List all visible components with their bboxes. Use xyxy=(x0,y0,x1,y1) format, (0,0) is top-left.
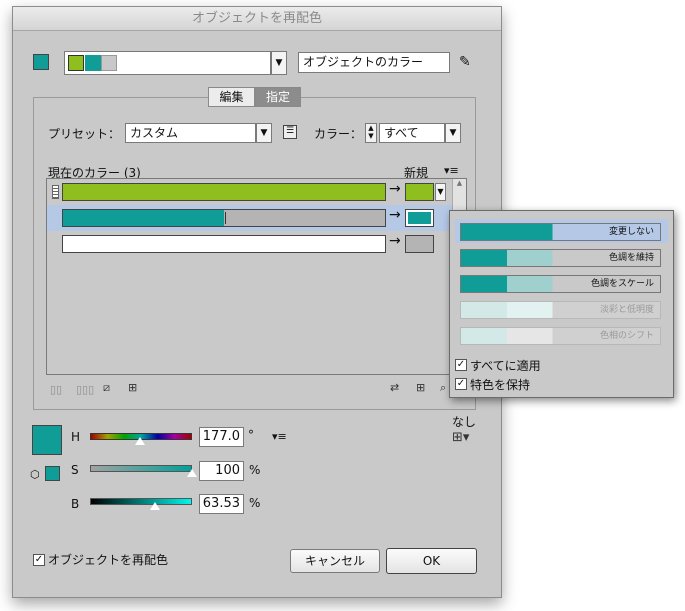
saturation-slider[interactable] xyxy=(90,465,192,472)
row-grip-icon[interactable] xyxy=(52,185,59,199)
preserve-spot-checkbox[interactable]: ✓ xyxy=(455,378,467,390)
color-row[interactable]: → ▼ xyxy=(47,179,452,205)
method-option-label: 淡彩と低明度 xyxy=(599,305,654,315)
method-option-tints-shades: 淡彩と低明度 xyxy=(460,301,661,319)
recolor-method-popup: 変更しない 色調を維持 色調をスケール 淡彩と低明度 色相のシフト ✓ すべてに… xyxy=(449,210,674,398)
exclude-colors-icon[interactable]: ⧄ xyxy=(103,381,110,395)
recolor-art-label: オブジェクトを再配色 xyxy=(48,553,169,567)
color-list[interactable]: → ▼ → → ▲ xyxy=(46,178,467,375)
brightness-label: B xyxy=(71,497,80,511)
current-color-bar-green[interactable] xyxy=(62,183,386,201)
apply-to-all-checkbox[interactable]: ✓ xyxy=(455,359,467,371)
active-color-swatch[interactable] xyxy=(33,54,49,70)
colors-stepper[interactable]: ▲ ▼ xyxy=(365,123,377,143)
swatch-library-icon[interactable]: ⊞▾ xyxy=(452,430,469,445)
color-row[interactable]: → xyxy=(47,231,452,257)
separate-colors-icon[interactable]: ▯▯▯ xyxy=(76,383,94,396)
recolor-method-dropdown[interactable]: ▼ xyxy=(435,183,446,201)
window-title: オブジェクトを再配色 xyxy=(13,7,501,31)
preserve-spot-label: 特色を保持 xyxy=(470,378,531,392)
method-option-label: 色調をスケール xyxy=(590,279,654,289)
method-option-exact[interactable]: 変更しない xyxy=(460,223,661,241)
color-mode-swatch[interactable] xyxy=(45,466,60,481)
apply-to-all-label: すべてに適用 xyxy=(470,359,541,373)
tab-edit[interactable]: 編集 xyxy=(208,87,255,107)
picker-menu-icon[interactable]: ▾≡ xyxy=(272,430,287,443)
method-option-label: 色相のシフト xyxy=(599,331,654,341)
colors-select[interactable]: すべて xyxy=(379,123,445,143)
new-color-swatch-teal[interactable] xyxy=(405,209,434,227)
object-colors-field[interactable]: オブジェクトのカラー xyxy=(298,52,450,73)
cancel-button[interactable]: キャンセル xyxy=(290,549,380,573)
randomize-saturation-icon[interactable]: ⊞ xyxy=(416,381,425,394)
new-color-swatch-green[interactable] xyxy=(405,183,434,201)
group-swatch-teal xyxy=(85,55,101,71)
method-option-hue-shift: 色相のシフト xyxy=(460,327,661,345)
randomize-order-icon[interactable]: ⇄ xyxy=(390,381,399,394)
color-row-selected[interactable]: → xyxy=(47,205,452,231)
group-swatch-green xyxy=(68,55,84,71)
scroll-up-arrow-icon[interactable]: ▲ xyxy=(453,179,466,187)
find-icon[interactable]: ⌕ xyxy=(440,381,446,395)
colors-dropdown-button[interactable]: ▼ xyxy=(445,123,461,143)
mapping-arrow[interactable]: → xyxy=(389,181,401,197)
color-mode-cube-icon[interactable]: ⬡ xyxy=(30,468,40,481)
bar-split-divider xyxy=(225,212,226,224)
hue-label: H xyxy=(71,430,81,444)
tab-bar: 編集 指定 xyxy=(208,87,308,107)
tab-assign[interactable]: 指定 xyxy=(255,87,301,107)
brightness-unit: % xyxy=(249,496,261,510)
method-option-label: 変更しない xyxy=(608,227,654,237)
current-color-bar-teal[interactable] xyxy=(62,209,386,227)
color-list-menu-icon[interactable]: ▾≡ xyxy=(444,164,459,177)
color-group-dropdown-button[interactable]: ▼ xyxy=(271,51,287,75)
preset-dropdown-button[interactable]: ▼ xyxy=(256,123,272,143)
brightness-slider-thumb[interactable] xyxy=(150,502,161,510)
method-option-scale-tint[interactable]: 色調をスケール xyxy=(460,275,661,293)
hue-unit: ° xyxy=(248,428,254,442)
merge-colors-icon[interactable]: ▯▯ xyxy=(50,383,62,396)
brightness-value-field[interactable]: 63.53 xyxy=(199,494,244,514)
saturation-value-field[interactable]: 100 xyxy=(199,461,244,481)
preset-label: プリセット： xyxy=(48,127,121,141)
brightness-slider[interactable] xyxy=(90,498,192,505)
hue-value-field[interactable]: 177.0 xyxy=(199,427,244,447)
mapping-arrow[interactable]: → xyxy=(389,207,401,223)
saturation-slider-thumb[interactable] xyxy=(187,469,197,477)
preset-select[interactable]: カスタム xyxy=(125,123,256,143)
selected-color-preview[interactable] xyxy=(32,425,62,455)
new-color-swatch-gray[interactable] xyxy=(405,235,434,253)
ok-button[interactable]: OK xyxy=(386,548,477,574)
mapping-arrow[interactable]: → xyxy=(389,233,401,249)
recolor-art-checkbox[interactable]: ✓ xyxy=(33,554,45,566)
current-color-bar-white[interactable] xyxy=(62,235,386,253)
saturation-unit: % xyxy=(249,463,261,477)
colors-label: カラー： xyxy=(314,127,363,141)
preset-options-icon[interactable]: ☰ xyxy=(283,125,297,139)
method-option-preserve-tint[interactable]: 色調を維持 xyxy=(460,249,661,267)
color-group-selector[interactable] xyxy=(64,51,271,75)
group-swatch-gray xyxy=(101,55,117,71)
method-option-label: 色調を維持 xyxy=(608,253,654,263)
hue-slider-thumb[interactable] xyxy=(134,437,145,445)
eyedropper-icon[interactable]: ✎ xyxy=(459,54,471,70)
new-row-icon[interactable]: ⊞ xyxy=(128,381,137,394)
none-label: なし xyxy=(452,415,477,429)
saturation-label: S xyxy=(71,463,79,477)
